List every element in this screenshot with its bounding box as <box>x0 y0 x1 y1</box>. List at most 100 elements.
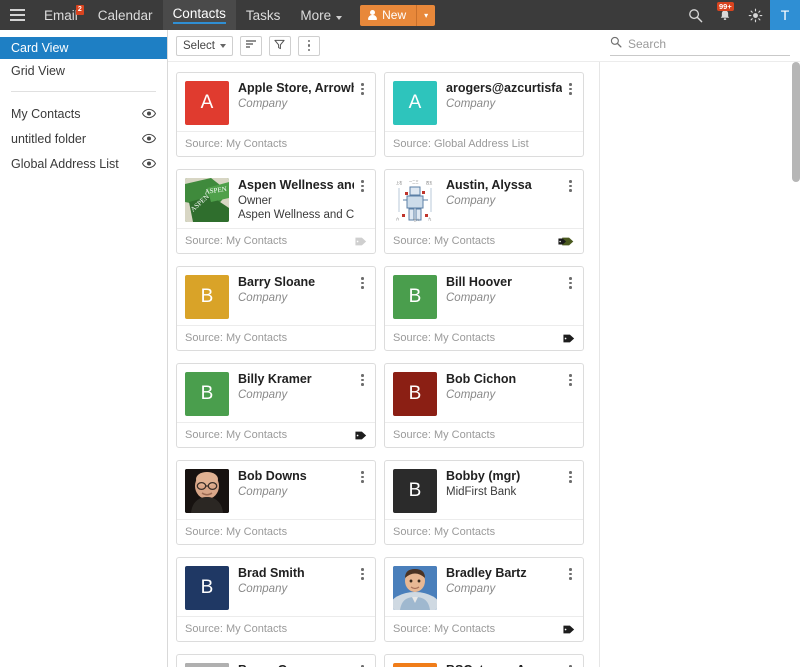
sidebar-item-grid-view[interactable]: Grid View <box>0 60 167 82</box>
eye-icon[interactable] <box>142 158 156 169</box>
user-avatar[interactable]: T <box>770 0 800 30</box>
tag-icon[interactable] <box>563 624 575 635</box>
contact-avatar-initial: A <box>393 81 437 125</box>
contact-card-menu-icon[interactable] <box>356 275 369 319</box>
toolbar-more-button[interactable] <box>297 35 320 56</box>
contact-card-grid: A Apple Store, Arrowhe… Company Source: My … <box>168 62 600 667</box>
avatar-initial-letter: B <box>200 286 214 307</box>
contact-card-menu-icon[interactable] <box>356 566 369 610</box>
eye-icon[interactable] <box>142 133 156 144</box>
filter-button[interactable] <box>268 35 291 56</box>
main-vertical-scrollbar[interactable] <box>792 62 800 667</box>
main-content: Select Search A Apple Store, Arrow Compa… <box>168 30 800 667</box>
contact-card-menu-icon[interactable] <box>356 663 369 667</box>
contact-card-menu-icon[interactable] <box>356 178 369 222</box>
contact-card[interactable]: B Brad Smith Company Source: My Contacts <box>176 557 376 642</box>
hamburger-menu-icon[interactable] <box>0 0 34 30</box>
contact-card[interactable]: B Barry Sloane Company Source: My Contacts <box>176 266 376 351</box>
contact-card-info: Bob Cichon Company <box>437 372 564 416</box>
contact-card-menu-icon[interactable] <box>564 275 577 319</box>
sidebar-item-global-address-list[interactable]: Global Address List <box>0 151 167 176</box>
nav-tab-calendar[interactable]: Calendar <box>88 0 163 30</box>
contact-avatar-initial: B <box>393 372 437 416</box>
sort-button[interactable] <box>239 35 262 56</box>
contact-card-footer: Source: My Contacts <box>385 616 583 641</box>
contact-card-menu-icon[interactable] <box>564 81 577 125</box>
select-dropdown-label: Select <box>183 39 215 52</box>
search-icon[interactable] <box>680 0 710 30</box>
contact-card[interactable]: B Bob Cichon Company Source: My Contacts <box>384 363 584 448</box>
sidebar-item-my-contacts[interactable]: My Contacts <box>0 101 167 126</box>
contact-photo: ASPEN ASPEN <box>185 178 229 222</box>
contact-card-menu-icon[interactable] <box>356 469 369 513</box>
nav-tab-email-label: Email <box>44 7 78 23</box>
contact-card[interactable]: B Bill Hoover Company Source: My Contacts <box>384 266 584 351</box>
contact-name: Barry Sloane <box>238 275 316 289</box>
tag-icon[interactable] <box>563 333 575 344</box>
contact-card-footer: Source: My Contacts <box>177 519 375 544</box>
sidebar-item-untitled-folder[interactable]: untitled folder <box>0 126 167 151</box>
tag-icon[interactable] <box>558 236 575 247</box>
contact-card-footer: Source: My Contacts <box>177 228 375 253</box>
svg-text:七八: 七八 <box>413 217 420 222</box>
contact-card-menu-icon[interactable] <box>564 178 577 222</box>
contact-card[interactable]: BBSCstore – Amazon M…CompanySource: My C… <box>384 654 584 667</box>
contact-card-menu-icon[interactable] <box>564 469 577 513</box>
scrollbar-thumb[interactable] <box>792 62 800 182</box>
contact-card-menu-icon[interactable] <box>564 566 577 610</box>
search-box[interactable] <box>610 36 790 56</box>
contact-avatar-initial: B <box>393 663 437 667</box>
email-unread-badge: 2 <box>75 5 84 15</box>
contact-avatar-initial: B <box>185 566 229 610</box>
svg-text:一二三: 一二三 <box>409 180 419 184</box>
notification-count-badge: 99+ <box>717 2 734 11</box>
chevron-down-icon <box>219 43 226 48</box>
avatar-initial-letter: A <box>200 92 214 113</box>
brightness-icon[interactable] <box>740 0 770 30</box>
contact-card-menu-icon[interactable] <box>356 81 369 125</box>
contact-card[interactable]: 上右 一二三 四五 六七八九 Austin, Alyssa Company Source… <box>384 169 584 254</box>
contact-card-menu-icon[interactable] <box>356 372 369 416</box>
avatar-initial-letter: B <box>408 286 422 307</box>
sidebar-item-untitled-folder-label: untitled folder <box>11 131 87 146</box>
contact-card[interactable]: Aarogers@azcurtisfami… Company Source: Glo… <box>384 72 584 157</box>
chevron-down-icon: ▾ <box>424 10 429 20</box>
nav-tab-tasks-label: Tasks <box>245 7 281 23</box>
contact-card-footer: Source: My Contacts <box>177 616 375 641</box>
contact-card[interactable]: Bob Downs Company Source: My Contacts <box>176 460 376 545</box>
contact-card-menu-icon[interactable] <box>564 372 577 416</box>
eye-icon[interactable] <box>142 108 156 119</box>
contact-card-footer: Source: My Contacts <box>177 131 375 156</box>
contact-subtitle: Company <box>238 389 288 401</box>
contact-card[interactable]: Bryon GroszLead Developer (Ret)Source: M… <box>176 654 376 667</box>
nav-tab-tasks[interactable]: Tasks <box>236 0 291 30</box>
new-button[interactable]: New <box>360 4 417 26</box>
avatar-initial-letter: B <box>408 383 422 404</box>
sidebar-item-card-view[interactable]: Card View <box>0 37 167 59</box>
search-input[interactable] <box>628 37 790 51</box>
nav-tab-email[interactable]: Email 2 <box>34 0 88 30</box>
avatar-initial-letter: A <box>408 92 422 113</box>
contact-card-info: Bobby (mgr) MidFirst Bank <box>437 469 564 513</box>
new-button-dropdown[interactable]: ▾ <box>416 4 436 26</box>
nav-tab-contacts[interactable]: Contacts <box>162 0 236 30</box>
contact-cards-scroll: A Apple Store, Arrowhe… Company Source: My … <box>168 62 800 667</box>
contact-card[interactable]: Bradley Bartz Company Source: My Contacts <box>384 557 584 642</box>
contact-card[interactable]: B Bobby (mgr) MidFirst Bank Source: My Cont… <box>384 460 584 545</box>
contact-card[interactable]: B Billy Kramer Company Source: My Contacts <box>176 363 376 448</box>
notifications-bell-icon[interactable]: 99+ <box>710 0 740 30</box>
select-dropdown-button[interactable]: Select <box>176 35 233 56</box>
contact-name: Billy Kramer <box>238 372 312 386</box>
contact-card-menu-icon[interactable] <box>564 663 577 667</box>
nav-tab-calendar-label: Calendar <box>97 7 153 23</box>
contact-source-label: Source: My Contacts <box>393 332 496 344</box>
tag-icon[interactable] <box>355 236 367 247</box>
contact-card-header: B Bill Hoover Company <box>385 267 583 325</box>
contact-card[interactable]: A Apple Store, Arrowhe… Company Source: My … <box>176 72 376 157</box>
contact-photo <box>185 663 229 667</box>
person-add-icon <box>368 9 378 21</box>
contact-card[interactable]: ASPEN ASPEN Aspen Wellness and C…OwnerAs… <box>176 169 376 254</box>
tag-icon[interactable] <box>355 430 367 441</box>
nav-tab-more[interactable]: More <box>290 0 352 30</box>
contact-card-header: Bradley Bartz Company <box>385 558 583 616</box>
